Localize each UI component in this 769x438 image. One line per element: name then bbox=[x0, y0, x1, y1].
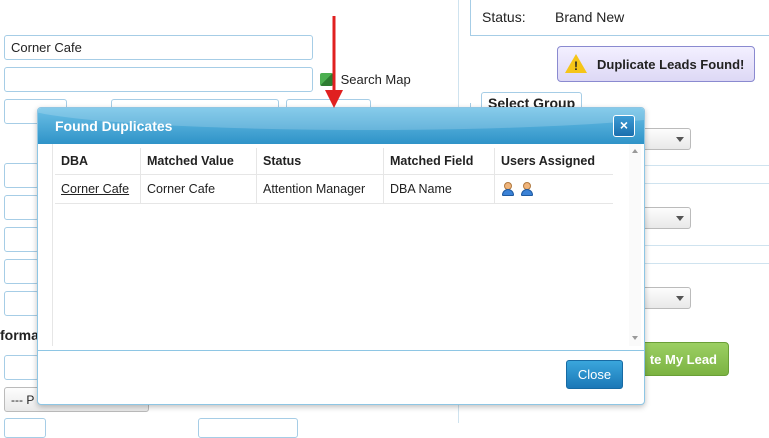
contact-input-4[interactable] bbox=[4, 259, 39, 284]
address-input[interactable] bbox=[4, 67, 313, 92]
user-icon[interactable] bbox=[501, 182, 515, 197]
duplicate-leads-button[interactable]: ! Duplicate Leads Found! bbox=[557, 46, 755, 82]
bottom-input-1[interactable] bbox=[4, 418, 46, 438]
section-heading: forma bbox=[0, 327, 39, 343]
info-input[interactable] bbox=[4, 355, 39, 380]
scroll-up-icon[interactable] bbox=[632, 149, 638, 153]
column-header-status: Status bbox=[256, 148, 384, 175]
annotation-arrow bbox=[325, 16, 343, 108]
user-icon[interactable] bbox=[520, 182, 534, 197]
status-box: Status: Brand New bbox=[470, 0, 769, 36]
group-select-3[interactable] bbox=[640, 287, 691, 309]
results-pane: DBA Matched Value Status Matched Field U… bbox=[52, 144, 642, 346]
contact-input-2[interactable] bbox=[4, 195, 39, 220]
column-header-users-assigned: Users Assigned bbox=[494, 148, 613, 175]
dba-cell: Corner Cafe bbox=[55, 174, 141, 204]
dialog-header: Found Duplicates × bbox=[38, 108, 644, 144]
dialog-footer-divider bbox=[38, 350, 644, 351]
group-select-1[interactable] bbox=[640, 128, 691, 150]
search-map-label: Search Map bbox=[340, 72, 411, 87]
close-button[interactable]: Close bbox=[566, 360, 623, 389]
contact-input-1[interactable] bbox=[4, 163, 39, 188]
table-header-row: DBA Matched Value Status Matched Field U… bbox=[55, 148, 613, 175]
contact-input-3[interactable] bbox=[4, 227, 39, 252]
group-select-2[interactable] bbox=[640, 207, 691, 229]
dba-link[interactable]: Corner Cafe bbox=[61, 182, 129, 196]
column-header-matched-field: Matched Field bbox=[383, 148, 495, 175]
chevron-down-icon bbox=[676, 137, 684, 142]
create-lead-label: te My Lead bbox=[649, 352, 717, 367]
chevron-down-icon bbox=[676, 216, 684, 221]
users-cell bbox=[494, 174, 613, 204]
chevron-down-icon bbox=[676, 296, 684, 301]
scroll-down-icon[interactable] bbox=[632, 336, 638, 340]
status-cell: Attention Manager bbox=[256, 174, 384, 204]
matched-field-cell: DBA Name bbox=[383, 174, 495, 204]
matched-value-cell: Corner Cafe bbox=[140, 174, 257, 204]
bottom-input-2[interactable] bbox=[198, 418, 298, 438]
status-label: Status: bbox=[482, 9, 526, 25]
column-header-matched-value: Matched Value bbox=[140, 148, 257, 175]
column-header-dba: DBA bbox=[55, 148, 141, 175]
status-value: Brand New bbox=[555, 9, 625, 25]
found-duplicates-dialog: Found Duplicates × DBA Matched Value Sta… bbox=[37, 107, 645, 405]
warning-icon-mark: ! bbox=[574, 59, 578, 73]
duplicates-table: DBA Matched Value Status Matched Field U… bbox=[55, 148, 613, 204]
dialog-title: Found Duplicates bbox=[55, 118, 173, 134]
vertical-scrollbar[interactable] bbox=[629, 144, 641, 346]
duplicate-leads-label: Duplicate Leads Found! bbox=[597, 57, 745, 72]
table-row: Corner Cafe Corner Cafe Attention Manage… bbox=[55, 174, 613, 204]
close-icon[interactable]: × bbox=[613, 115, 635, 137]
contact-input-5[interactable] bbox=[4, 291, 39, 316]
close-button-label: Close bbox=[577, 367, 612, 382]
dba-input-value: Corner Cafe bbox=[11, 40, 82, 55]
info-select-value: --- P bbox=[11, 393, 35, 407]
dba-input[interactable]: Corner Cafe bbox=[4, 35, 313, 60]
